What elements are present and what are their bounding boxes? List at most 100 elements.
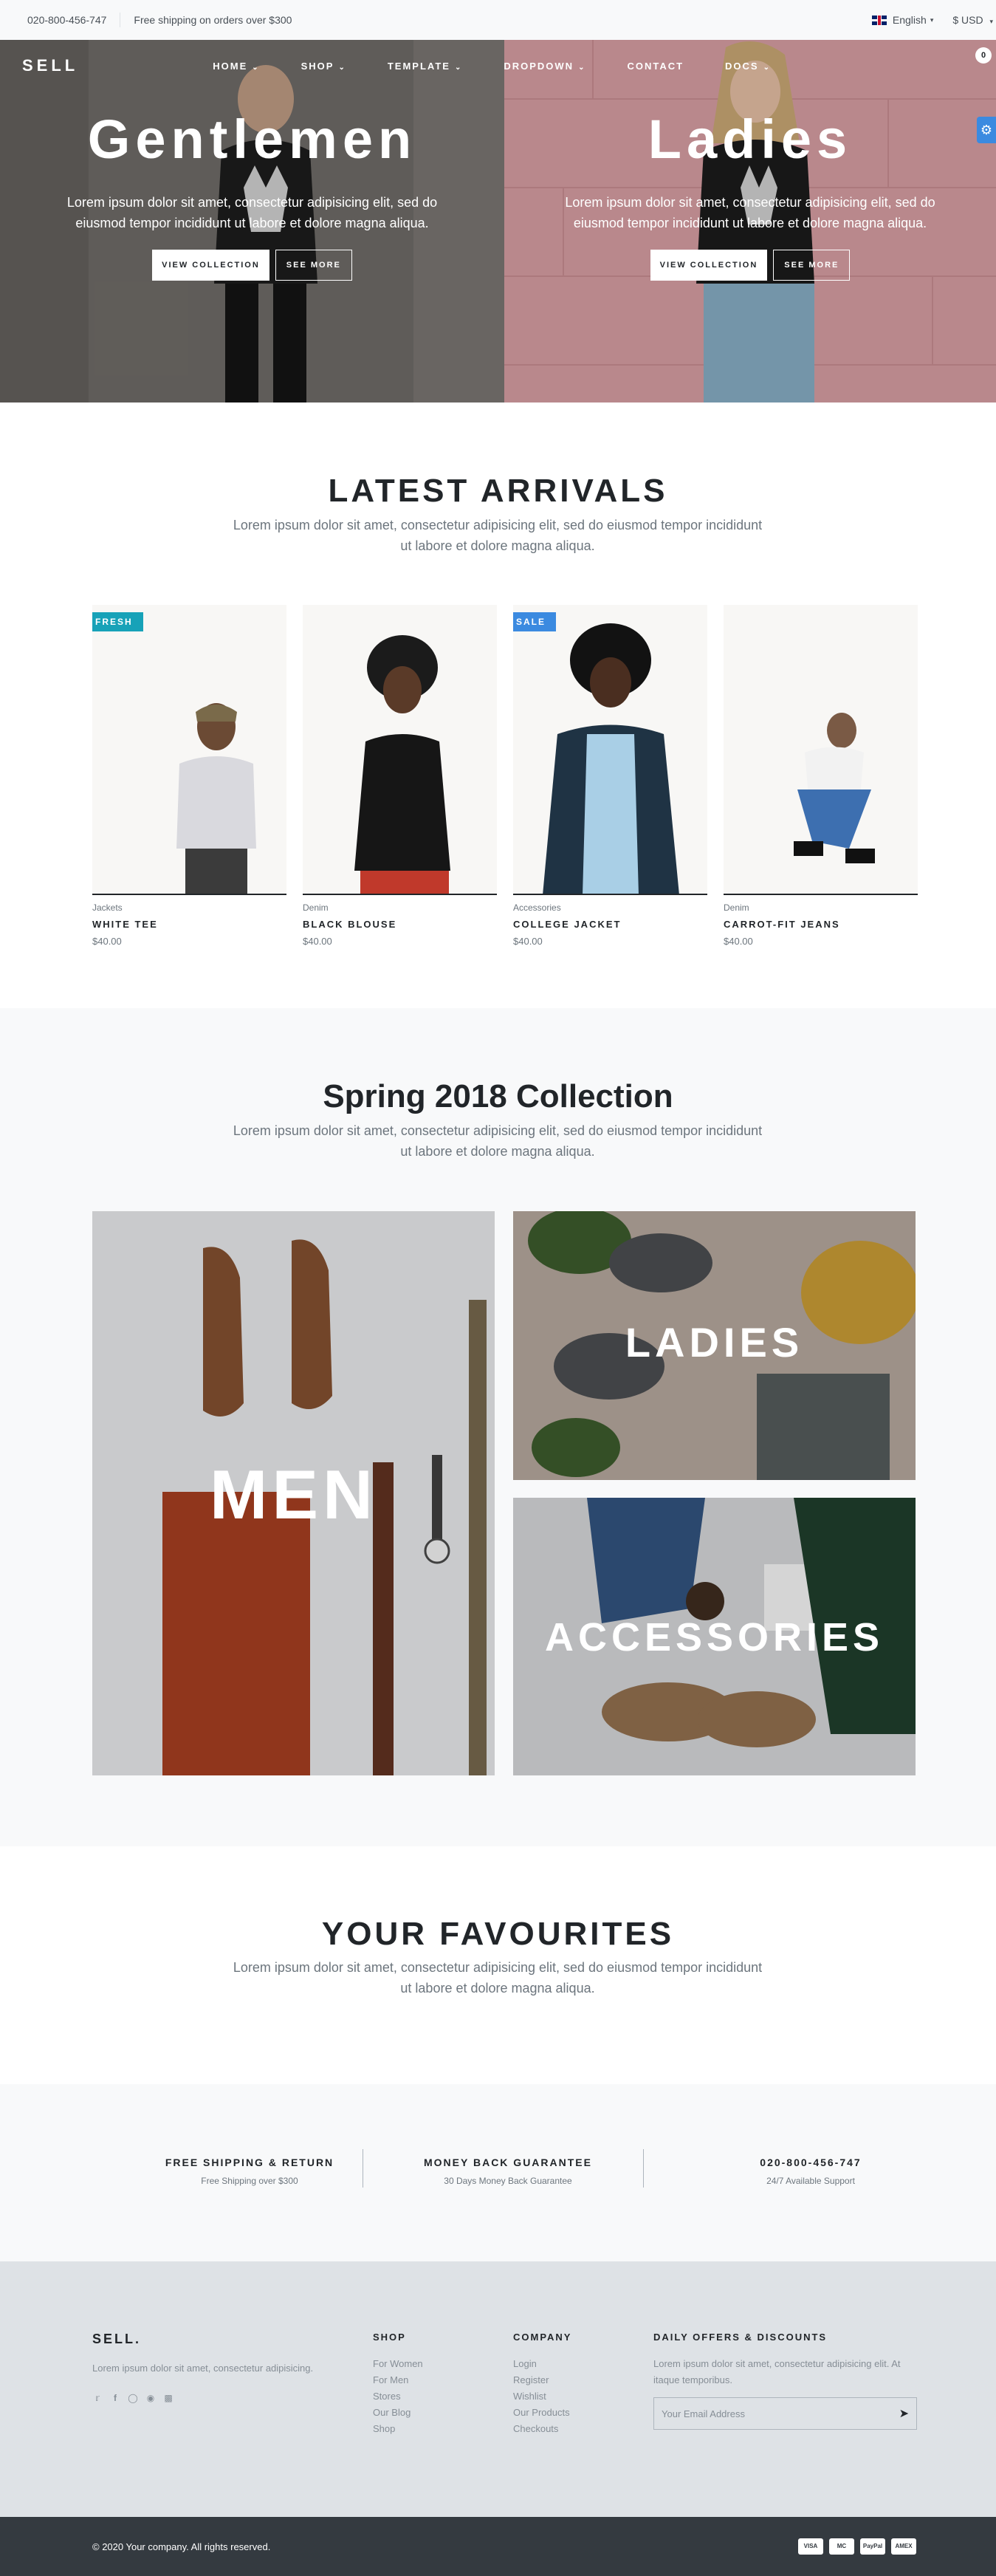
send-icon[interactable]: ➤ [899,2406,909,2421]
footer-link[interactable]: For Women [373,2356,423,2372]
payment-methods: VISA MC PayPal AMEX [798,2538,916,2555]
footer-link[interactable]: Login [513,2356,571,2372]
product-card[interactable]: FRESH Jackets WHITE TEE $40.00 [92,605,286,947]
twitter-icon[interactable]: 𝕣 [92,2393,103,2403]
facebook-icon[interactable]: f [110,2393,120,2403]
chevron-down-icon: ▾ [989,18,993,25]
product-name[interactable]: CARROT-FIT JEANS [724,919,918,930]
product-name[interactable]: WHITE TEE [92,919,286,930]
footer-link[interactable]: Shop [373,2421,423,2437]
cart-count-badge[interactable]: 0 [975,47,992,64]
collection-tile-men[interactable]: MEN [92,1211,495,1775]
product-list: FRESH Jackets WHITE TEE $40.00 Denim BLA… [92,605,918,947]
product-price: $40.00 [92,936,122,947]
chevron-down-icon: ⌄ [338,63,346,72]
services-section: FREE SHIPPING & RETURN Free Shipping ove… [0,2084,996,2261]
product-category: Denim [724,902,749,913]
collection-tile-ladies[interactable]: LADIES [513,1211,916,1480]
product-image[interactable]: SALE [513,605,707,895]
social-links: 𝕣 f ◯ ◉ ▩ [92,2393,343,2403]
pinterest-icon[interactable]: ◉ [145,2393,156,2403]
language-selector[interactable]: English ▾ [871,14,934,26]
main-nav: HOME ⌄ SHOP ⌄ TEMPLATE ⌄ DROPDOWN ⌄ CONTACT … [213,61,812,72]
product-image[interactable]: FRESH [92,605,286,895]
footer-link[interactable]: Stores [373,2388,423,2405]
nav-item-docs[interactable]: DOCS ⌄ [725,61,771,72]
product-image[interactable] [724,605,918,895]
uk-flag-icon [871,15,887,25]
footer-shop-heading: SHOP [373,2332,406,2343]
nav-item-shop[interactable]: SHOP ⌄ [301,61,346,72]
topbar-shipping-text: Free shipping on orders over $300 [134,14,292,26]
hero-ladies-title: Ladies [648,109,853,170]
product-name[interactable]: COLLEGE JACKET [513,919,707,930]
footer-about: SELL. Lorem ipsum dolor sit amet, consec… [92,2332,343,2403]
collection-tile-accessories[interactable]: ACCESSORIES [513,1498,916,1775]
currency-selector[interactable]: $ USD ▾ [952,14,993,26]
nav-item-dropdown[interactable]: DROPDOWN ⌄ [504,61,585,72]
amex-icon: AMEX [891,2538,916,2555]
paypal-icon: PayPal [860,2538,885,2555]
vimeo-icon[interactable]: ▩ [163,2393,174,2403]
product-category: Accessories [513,902,561,913]
nav-item-label: DROPDOWN [504,60,574,72]
footer-brand[interactable]: SELL. [92,2332,343,2347]
footer-company-heading: COMPANY [513,2332,572,2343]
product-price: $40.00 [724,936,753,947]
men-tile-label: MEN [210,1456,377,1533]
hero-ladies-text: Lorem ipsum dolor sit amet, consectetur … [565,195,935,230]
footer-link[interactable]: Our Products [513,2405,571,2421]
chevron-down-icon: ▾ [930,16,934,24]
hero-gentlemen: Gentlemen Lorem ipsum dolor sit amet, co… [0,40,504,402]
hero-ladies: Ladies Lorem ipsum dolor sit amet, conse… [504,40,996,402]
footer-offers-heading: DAILY OFFERS & DISCOUNTS [653,2332,828,2343]
product-name[interactable]: BLACK BLOUSE [303,919,497,930]
nav-item-label: DOCS [725,60,759,72]
chevron-down-icon: ⌄ [454,63,463,72]
nav-item-home[interactable]: HOME ⌄ [213,61,259,72]
footer: SELL. Lorem ipsum dolor sit amet, consec… [0,2261,996,2517]
ladies-see-more-button[interactable]: SEE MORE [773,250,851,281]
product-photo [176,703,256,894]
ladies-view-collection-button[interactable]: VIEW COLLECTION [650,250,768,281]
gentlemen-view-collection-button[interactable]: VIEW COLLECTION [152,250,269,281]
nav-item-label: SHOP [300,60,334,72]
product-card[interactable]: SALE Accessories COLLEGE JACKET $40.00 [513,605,707,947]
currency-label: $ USD [952,14,983,26]
nav-item-template[interactable]: TEMPLATE ⌄ [388,61,462,72]
service-money-back: MONEY BACK GUARANTEE 30 Days Money Back … [368,2157,648,2186]
nav-item-contact[interactable]: CONTACT [627,61,684,72]
service-text: 30 Days Money Back Guarantee [444,2176,572,2186]
service-text: Free Shipping over $300 [201,2176,298,2186]
hero-gentlemen-text: Lorem ipsum dolor sit amet, consectetur … [66,195,438,230]
footer-link[interactable]: For Men [373,2372,423,2388]
instagram-icon[interactable]: ◯ [128,2393,138,2403]
brand-logo[interactable]: SELL [22,56,78,75]
favourites-lead: Lorem ipsum dolor sit amet, consectetur … [233,1960,763,1996]
product-category: Jackets [92,902,123,913]
hero-gentlemen-content: Gentlemen Lorem ipsum dolor sit amet, co… [0,112,504,281]
product-image[interactable] [303,605,497,895]
service-divider [643,2149,644,2188]
footer-link[interactable]: Checkouts [513,2421,571,2437]
footer-link[interactable]: Register [513,2372,571,2388]
email-placeholder: Your Email Address [662,2408,745,2419]
chevron-down-icon: ⌄ [578,63,586,72]
product-card[interactable]: Denim CARROT-FIT JEANS $40.00 [724,605,918,947]
visa-icon: VISA [798,2538,823,2555]
product-photo [794,713,875,863]
product-category: Denim [303,902,329,913]
product-card[interactable]: Denim BLACK BLOUSE $40.00 [303,605,497,947]
latest-arrivals-lead: Lorem ipsum dolor sit amet, consectetur … [233,518,763,553]
sale-badge: SALE [513,612,557,639]
settings-gear-icon[interactable]: ⚙ [977,117,996,143]
gentlemen-see-more-button[interactable]: SEE MORE [275,250,352,281]
main-navbar: SELL HOME ⌄ SHOP ⌄ TEMPLATE ⌄ DROPDOWN ⌄ CON… [0,40,996,92]
service-title: FREE SHIPPING & RETURN [165,2157,334,2168]
footer-company: COMPANY Login Register Wishlist Our Prod… [513,2332,571,2437]
ladies-tile-label: LADIES [625,1319,804,1366]
nav-item-label: CONTACT [627,60,684,72]
footer-link[interactable]: Our Blog [373,2405,423,2421]
newsletter-email-field[interactable]: Your Email Address ➤ [653,2397,917,2430]
footer-link[interactable]: Wishlist [513,2388,571,2405]
